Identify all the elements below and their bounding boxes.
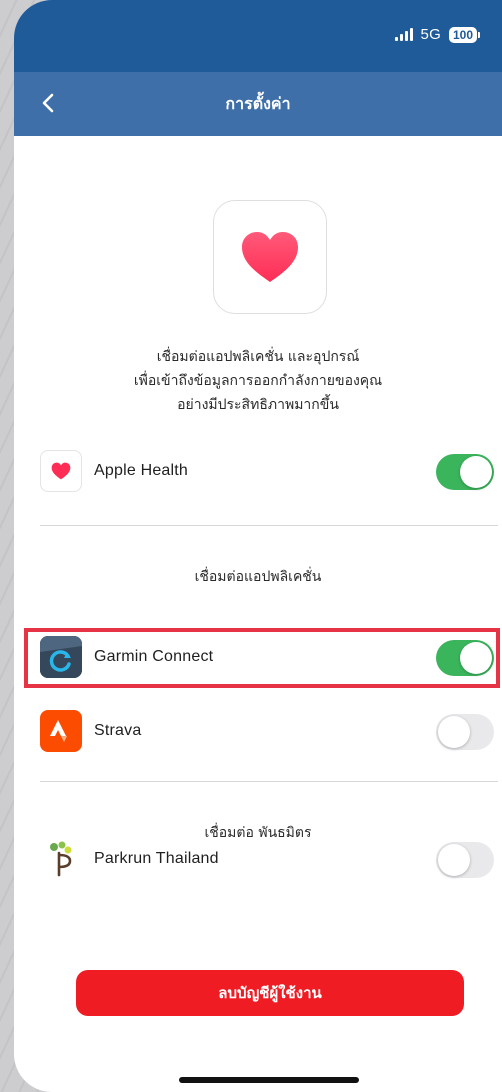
phone-screen: 5G 100 การตั้งค่า เชื่อมต่อแอปพลิเคชั่น … bbox=[14, 0, 502, 1092]
parkrun-logo-icon bbox=[40, 838, 82, 880]
apple-health-logo-icon bbox=[40, 450, 82, 492]
battery-level: 100 bbox=[448, 26, 477, 43]
battery-icon: 100 bbox=[448, 26, 480, 43]
divider bbox=[40, 525, 498, 526]
status-indicators: 5G 100 bbox=[394, 26, 480, 43]
intro-line: เพื่อเข้าถึงข้อมูลการออกกำลังกายของคุณ bbox=[133, 373, 383, 389]
apple-health-toggle[interactable] bbox=[436, 454, 494, 490]
apps-section-title: เชื่อมต่อแอปพลิเคชั่น bbox=[194, 569, 322, 585]
strava-logo-icon bbox=[40, 710, 82, 752]
garmin-logo-icon bbox=[40, 636, 82, 678]
nav-bar: การตั้งค่า bbox=[14, 72, 502, 136]
strava-row: Strava bbox=[40, 710, 498, 754]
page-title: การตั้งค่า bbox=[225, 94, 291, 113]
status-bar: 5G 100 bbox=[14, 0, 502, 72]
delete-account-button[interactable]: ลบบัญชีผู้ใช้งาน bbox=[76, 970, 464, 1016]
signal-icon bbox=[394, 28, 413, 41]
parkrun-thailand-item: Parkrun Thailand bbox=[40, 838, 498, 882]
apple-health-row: Apple Health bbox=[40, 450, 498, 494]
health-app-icon bbox=[213, 200, 327, 314]
parkrun-thailand-toggle[interactable] bbox=[436, 842, 494, 878]
garmin-connect-row: Garmin Connect bbox=[40, 636, 498, 680]
home-indicator bbox=[179, 1077, 359, 1083]
intro-line: เชื่อมต่อแอปพลิเคชั่น และอุปกรณ์ bbox=[156, 349, 360, 365]
heart-icon bbox=[242, 232, 298, 282]
garmin-connect-toggle[interactable] bbox=[436, 640, 494, 676]
apple-health-label: Apple Health bbox=[94, 462, 189, 479]
network-label: 5G bbox=[420, 26, 441, 43]
parkrun-thailand-label: Parkrun Thailand bbox=[94, 850, 219, 867]
garmin-connect-label: Garmin Connect bbox=[94, 648, 214, 665]
divider bbox=[40, 781, 498, 782]
strava-toggle[interactable] bbox=[436, 714, 494, 750]
intro-text: เชื่อมต่อแอปพลิเคชั่น และอุปกรณ์ เพื่อเข… bbox=[14, 345, 502, 417]
intro-line: อย่างมีประสิทธิภาพมากขึ้น bbox=[177, 397, 339, 413]
strava-label: Strava bbox=[94, 722, 142, 739]
